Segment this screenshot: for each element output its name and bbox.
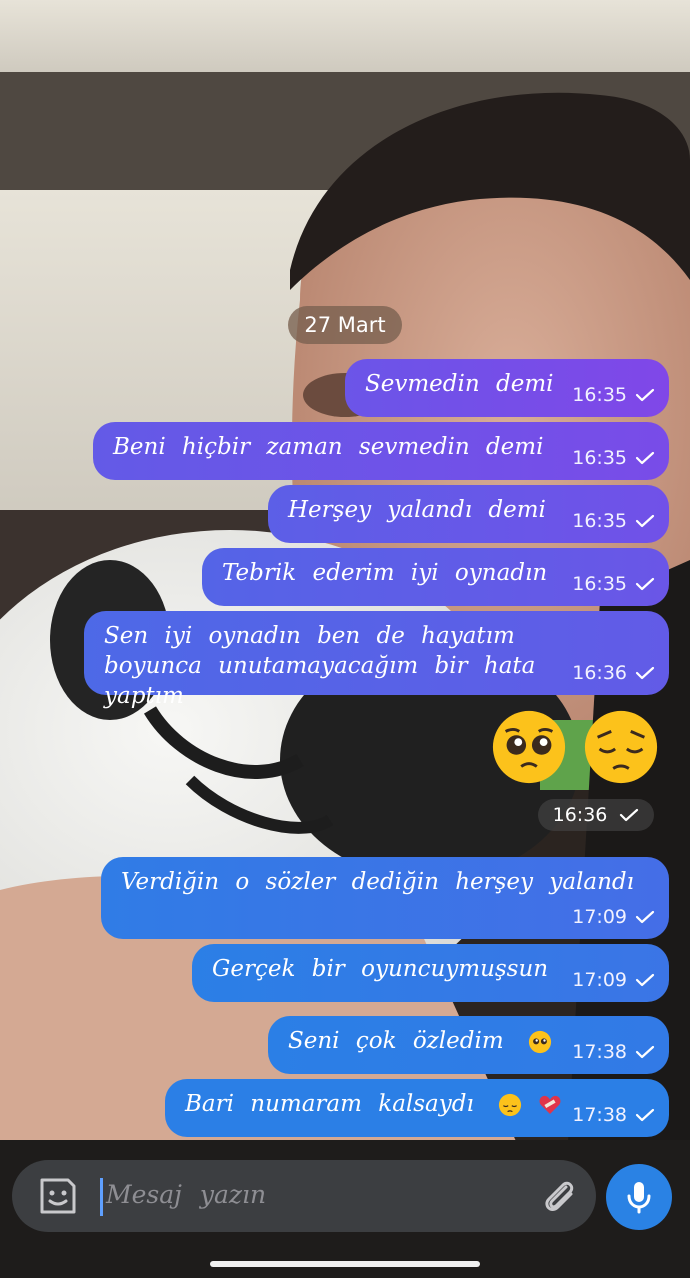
checkmark-icon <box>635 666 655 680</box>
message-meta: 16:35 <box>572 569 655 599</box>
message-time: 17:38 <box>572 1041 627 1063</box>
message-time: 16:35 <box>572 447 627 469</box>
pensive-face-icon <box>584 710 658 784</box>
date-chip: 27 Mart <box>288 306 402 344</box>
checkmark-icon <box>635 910 655 924</box>
message-time: 16:35 <box>572 573 627 595</box>
message-time: 17:09 <box>572 969 627 991</box>
emoji-message[interactable] <box>490 708 660 786</box>
pleading-face-icon <box>528 1030 552 1054</box>
message-text: Verdiğin o sözler dediğin herşey yalandı <box>121 869 635 895</box>
message-bubble[interactable]: Seni çok özledim 17:38 <box>268 1016 669 1074</box>
message-meta: 17:38 <box>572 1037 655 1067</box>
message-text: Tebrik ederim iyi oynadın <box>222 560 548 586</box>
checkmark-icon <box>635 451 655 465</box>
message-text: Herşey yalandı demi <box>288 497 546 523</box>
message-meta: 16:35 <box>572 380 655 410</box>
home-indicator <box>210 1261 480 1267</box>
checkmark-icon <box>635 1108 655 1122</box>
message-text: Gerçek bir oyuncuymuşsun <box>212 956 549 982</box>
message-text: Sen iyi oynadın ben de hayatım boyunca u… <box>104 623 536 709</box>
emoji-message-time: 16:36 <box>538 799 654 831</box>
message-meta: 17:09 <box>572 965 655 995</box>
mic-button[interactable] <box>606 1164 672 1230</box>
checkmark-icon <box>635 973 655 987</box>
message-time: 16:36 <box>572 662 627 684</box>
message-bubble[interactable]: Herşey yalandı demi 16:35 <box>268 485 669 543</box>
message-text: Bari numaram kalsaydı <box>185 1091 474 1117</box>
pensive-face-icon <box>499 1093 522 1117</box>
message-composer[interactable]: Mesaj yazın <box>12 1160 596 1232</box>
message-bubble[interactable]: Sen iyi oynadın ben de hayatım boyunca u… <box>84 611 669 709</box>
message-bubble[interactable]: Tebrik ederim iyi oynadın 16:35 <box>202 548 669 606</box>
message-time: 16:36 <box>552 804 608 826</box>
message-meta: 16:35 <box>572 443 655 473</box>
mending-heart-icon <box>540 1095 561 1114</box>
attach-icon[interactable] <box>540 1177 578 1215</box>
sticker-icon[interactable] <box>36 1174 80 1218</box>
message-bubble[interactable]: Beni hiçbir zaman sevmedin demi 16:35 <box>93 422 669 480</box>
mic-icon <box>627 1182 651 1214</box>
message-text: Sevmedin demi <box>365 371 554 397</box>
message-meta: 17:38 <box>572 1100 655 1130</box>
message-bubble[interactable]: Sevmedin demi 16:35 <box>345 359 669 417</box>
checkmark-icon <box>620 808 639 822</box>
message-text: Beni hiçbir zaman sevmedin demi <box>113 434 544 460</box>
message-meta: 17:09 <box>572 902 655 932</box>
checkmark-icon <box>635 388 655 402</box>
message-time: 17:09 <box>572 906 627 928</box>
checkmark-icon <box>635 514 655 528</box>
message-input[interactable]: Mesaj yazın <box>106 1180 266 1209</box>
message-bubble[interactable]: Bari numaram kalsaydı 17:38 <box>165 1079 669 1137</box>
text-cursor <box>100 1178 103 1216</box>
pleading-face-icon <box>492 710 566 784</box>
message-text: Seni çok özledim <box>288 1028 504 1054</box>
message-time: 16:35 <box>572 510 627 532</box>
message-bubble[interactable]: Gerçek bir oyuncuymuşsun 17:09 <box>192 944 669 1002</box>
message-bubble[interactable]: Verdiğin o sözler dediğin herşey yalandı… <box>101 857 669 939</box>
checkmark-icon <box>635 577 655 591</box>
message-meta: 16:36 <box>572 658 655 688</box>
message-meta: 16:35 <box>572 506 655 536</box>
message-time: 17:38 <box>572 1104 627 1126</box>
message-time: 16:35 <box>572 384 627 406</box>
checkmark-icon <box>635 1045 655 1059</box>
